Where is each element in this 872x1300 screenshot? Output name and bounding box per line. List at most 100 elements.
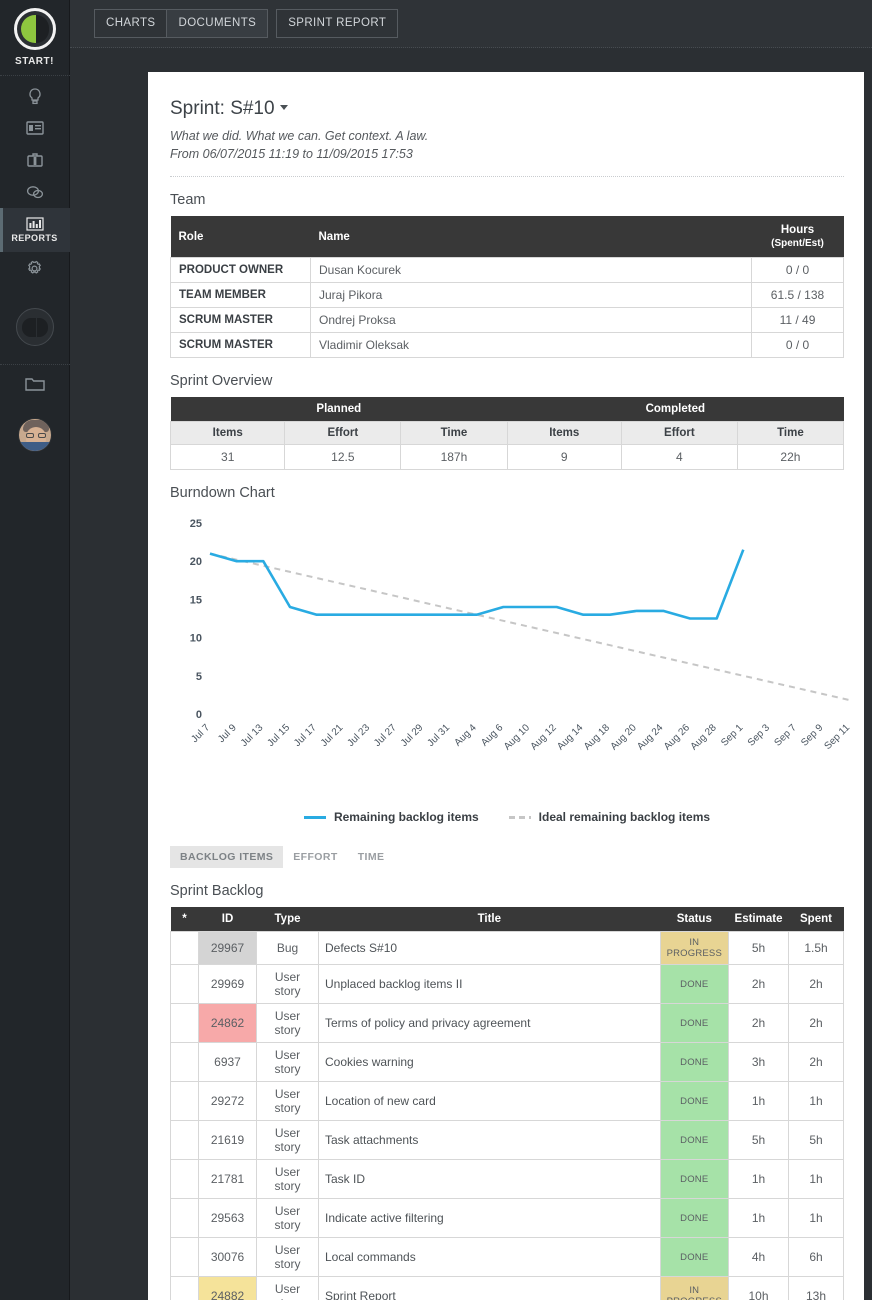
logo-icon <box>13 8 56 50</box>
cell-title[interactable]: Cookies warning <box>318 1042 661 1083</box>
table-row[interactable]: 29563 User story Indicate active filtering… <box>170 1198 844 1239</box>
burndown-chart-heading: Burndown Chart <box>170 485 275 502</box>
rail-item-list: REPORTS <box>0 80 70 284</box>
col-spent[interactable]: Spent <box>788 907 844 932</box>
folder-icon <box>24 378 45 391</box>
cell-type: User story <box>256 1003 319 1044</box>
table-row[interactable]: 29969 User story Unplaced backlog items II… <box>170 964 844 1005</box>
tab-sprint-report[interactable]: SPRINT REPORT <box>276 9 399 38</box>
table-row[interactable]: SCRUM MASTER Ondrej Proksa 11 / 49 <box>170 307 844 334</box>
col-hours-sub: (Spent/Est) <box>771 237 824 249</box>
cell-id: 21619 <box>198 1120 257 1161</box>
sidebar-item-folder[interactable] <box>24 377 45 396</box>
cell-star[interactable] <box>170 1198 199 1239</box>
y-axis-tick: 20 <box>190 556 202 568</box>
status-badge: DONE <box>659 1003 730 1044</box>
divider <box>170 176 844 178</box>
sidebar-item-ideas[interactable] <box>0 80 70 112</box>
cell-hours: 0 / 0 <box>751 257 844 284</box>
y-axis-tick: 5 <box>196 671 202 683</box>
cell-star[interactable] <box>170 1003 199 1044</box>
cell-star[interactable] <box>170 1120 199 1161</box>
sidebar-item-reports[interactable]: REPORTS <box>0 208 70 252</box>
status-badge: DONE <box>659 1198 730 1239</box>
cell-type: User story <box>256 1198 319 1239</box>
x-axis-tick: Aug 18 <box>582 722 612 752</box>
cell-title[interactable]: Task attachments <box>318 1120 661 1161</box>
sidebar-item-label-reports: REPORTS <box>11 233 58 243</box>
col-status[interactable]: Status <box>660 907 729 932</box>
table-row[interactable]: 21619 User story Task attachments DONE 5h 5h <box>170 1120 844 1161</box>
tab-charts[interactable]: CHARTS <box>94 9 168 38</box>
x-axis-tick: Jul 21 <box>319 722 346 749</box>
col-type[interactable]: Type <box>256 907 319 932</box>
cell-star[interactable] <box>170 1042 199 1083</box>
logo-small-icon[interactable] <box>15 308 54 346</box>
page-title[interactable]: Sprint: S#10 <box>170 98 844 120</box>
cell-title[interactable]: Defects S#10 <box>318 931 661 966</box>
cell-star[interactable] <box>170 1159 199 1200</box>
cell-title[interactable]: Unplaced backlog items II <box>318 964 661 1005</box>
burndown-chart-svg: 0510152025Jul 7 Jul 9 Jul 13 Jul 15 Jul 17 Ju… <box>189 518 852 753</box>
cell-star[interactable] <box>170 1237 199 1278</box>
cell-title[interactable]: Indicate active filtering <box>318 1198 661 1239</box>
cell-star[interactable] <box>170 964 199 1005</box>
cell-star[interactable] <box>170 931 199 966</box>
tab-effort[interactable]: EFFORT <box>283 846 347 868</box>
cell-id: 24862 <box>198 1003 257 1044</box>
chart-bar-icon <box>25 217 44 231</box>
x-axis-tick: Jul 9 <box>216 722 239 745</box>
table-row[interactable]: 24862 User story Terms of policy and priva… <box>170 1003 844 1044</box>
cell-id: 29272 <box>198 1081 257 1122</box>
cell-id: 21781 <box>198 1159 257 1200</box>
table-row[interactable]: 21781 User story Task ID DONE 1h 1h <box>170 1159 844 1200</box>
sidebar-item-settings[interactable] <box>0 252 70 284</box>
table-row[interactable]: 6937 User story Cookies warning DONE 3h 2h <box>170 1042 844 1083</box>
cell-type: User story <box>256 1276 319 1300</box>
cell-type: User story <box>256 1042 319 1083</box>
cell-estimate: 2h <box>728 1003 789 1044</box>
table-row[interactable]: 30076 User story Local commands DONE 4h 6h <box>170 1237 844 1278</box>
table-row[interactable]: 29272 User story Location of new card DONE 1… <box>170 1081 844 1122</box>
chevron-down-icon[interactable] <box>279 105 288 111</box>
tab-backlog-items[interactable]: BACKLOG ITEMS <box>170 846 284 869</box>
table-row[interactable]: SCRUM MASTER Vladimir Oleksak 0 / 0 <box>170 332 844 359</box>
col-completed: Completed <box>507 397 844 422</box>
table-row[interactable]: TEAM MEMBER Juraj Pikora 61.5 / 138 <box>170 282 844 309</box>
cell-title[interactable]: Location of new card <box>318 1081 661 1122</box>
cell-spent: 6h <box>788 1237 844 1278</box>
main-region: CHARTS DOCUMENTS SPRINT REPORT Sprint: S… <box>70 0 872 1300</box>
cell-title[interactable]: Local commands <box>318 1237 661 1278</box>
board-icon <box>25 121 44 135</box>
col-title[interactable]: Title <box>318 907 661 932</box>
subheader-5: Time <box>736 421 845 446</box>
col-id[interactable]: ID <box>198 907 257 932</box>
cell-hours: 11 / 49 <box>751 307 844 334</box>
col-star[interactable]: * <box>170 907 199 932</box>
table-row[interactable]: 29967 Bug Defects S#10 IN PROGRESS 5h 1.5h <box>170 931 844 966</box>
sidebar-item-chat[interactable] <box>0 176 70 208</box>
legend-swatch-dashed-icon <box>508 815 531 819</box>
avatar[interactable] <box>17 418 52 452</box>
top-tab-bar: CHARTS DOCUMENTS SPRINT REPORT <box>70 0 872 48</box>
cell-title[interactable]: Terms of policy and privacy agreement <box>318 1003 661 1044</box>
col-role: Role <box>170 216 311 258</box>
cell-spent: 1h <box>788 1081 844 1122</box>
status-badge: DONE <box>659 1120 730 1161</box>
col-estimate[interactable]: Estimate <box>728 907 789 932</box>
sidebar-item-board[interactable] <box>0 112 70 144</box>
table-row[interactable]: 24882User storySprint ReportIN PROGRESS1… <box>170 1276 844 1300</box>
tab-documents[interactable]: DOCUMENTS <box>166 9 269 38</box>
tab-time[interactable]: TIME <box>348 846 395 868</box>
cell-title[interactable]: Sprint Report <box>318 1276 661 1300</box>
x-axis-tick: Sep 7 <box>773 722 800 749</box>
cell-star[interactable] <box>170 1081 199 1122</box>
cell-title[interactable]: Task ID <box>318 1159 661 1200</box>
x-axis-tick: Aug 26 <box>662 722 692 752</box>
sidebar-item-projects[interactable] <box>0 144 70 176</box>
brand-logo-block[interactable]: START! <box>13 8 56 67</box>
cell-type: User story <box>256 1120 319 1161</box>
cell-name: Dusan Kocurek <box>310 257 752 284</box>
table-row[interactable]: PRODUCT OWNER Dusan Kocurek 0 / 0 <box>170 257 844 284</box>
cell-star[interactable] <box>170 1276 199 1300</box>
